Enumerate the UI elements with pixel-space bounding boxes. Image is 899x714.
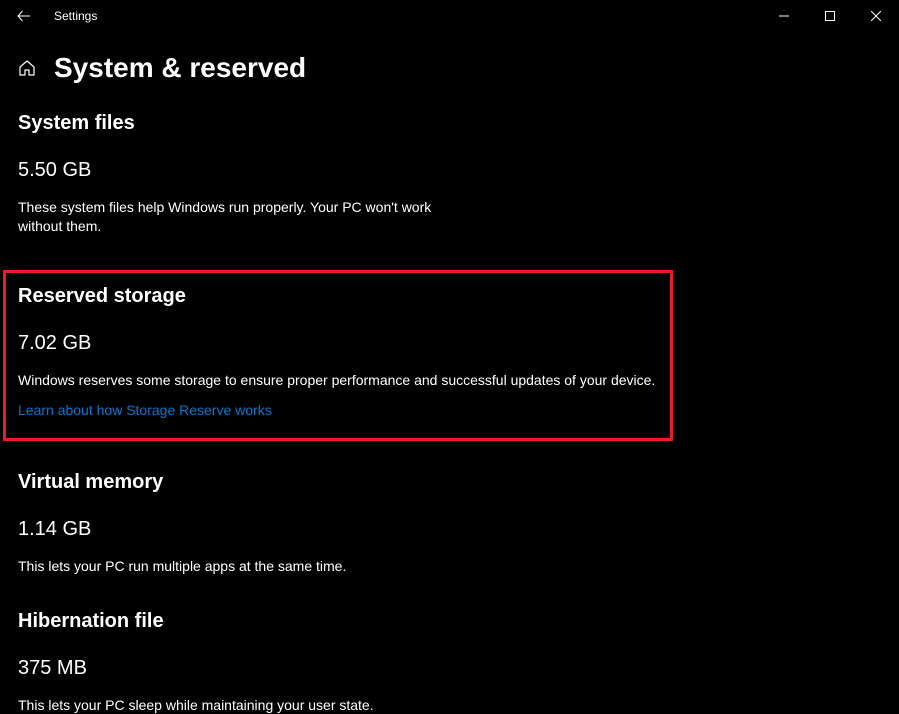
section-value: 1.14 GB	[18, 518, 899, 541]
titlebar: Settings	[0, 0, 899, 32]
section-value: 375 MB	[18, 657, 899, 680]
section-virtual-memory: Virtual memory 1.14 GB This lets your PC…	[18, 471, 899, 576]
maximize-icon	[825, 11, 835, 21]
section-title: Hibernation file	[18, 610, 899, 633]
section-desc: Windows reserves some storage to ensure …	[18, 371, 658, 390]
maximize-button[interactable]	[807, 0, 853, 32]
section-reserved-storage: Reserved storage 7.02 GB Windows reserve…	[3, 270, 673, 441]
section-system-files: System files 5.50 GB These system files …	[18, 112, 899, 236]
section-desc: These system files help Windows run prop…	[18, 198, 448, 236]
window-title: Settings	[54, 9, 97, 23]
main-content: System files 5.50 GB These system files …	[0, 84, 899, 714]
section-title: Virtual memory	[18, 471, 899, 494]
close-button[interactable]	[853, 0, 899, 32]
page-header: System & reserved	[0, 32, 899, 84]
section-title: Reserved storage	[18, 285, 658, 308]
section-title: System files	[18, 112, 899, 135]
home-icon[interactable]	[18, 59, 36, 82]
section-hibernation-file: Hibernation file 375 MB This lets your P…	[18, 610, 899, 714]
back-button[interactable]	[8, 0, 40, 32]
close-icon	[871, 11, 881, 21]
storage-reserve-link[interactable]: Learn about how Storage Reserve works	[18, 402, 272, 418]
back-arrow-icon	[16, 8, 32, 24]
section-value: 5.50 GB	[18, 159, 899, 182]
minimize-icon	[779, 11, 789, 21]
section-desc: This lets your PC sleep while maintainin…	[18, 696, 658, 714]
minimize-button[interactable]	[761, 0, 807, 32]
section-value: 7.02 GB	[18, 332, 658, 355]
page-title: System & reserved	[54, 52, 306, 84]
window-controls	[761, 0, 899, 32]
section-desc: This lets your PC run multiple apps at t…	[18, 557, 658, 576]
